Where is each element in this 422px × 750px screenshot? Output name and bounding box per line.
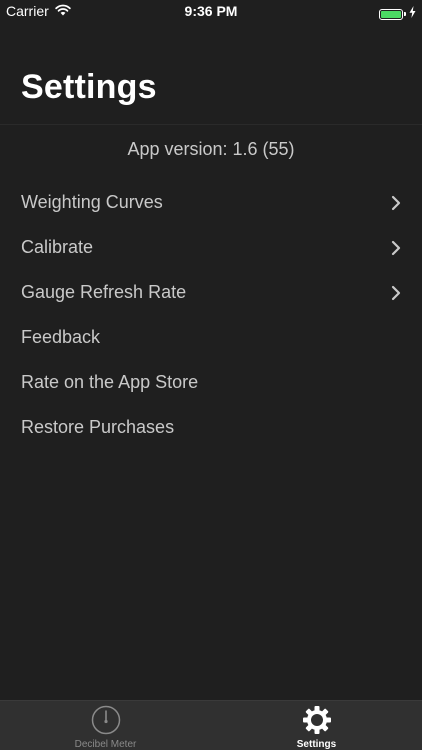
menu-item-calibrate[interactable]: Calibrate bbox=[0, 225, 422, 270]
menu-item-gauge-refresh-rate[interactable]: Gauge Refresh Rate bbox=[0, 270, 422, 315]
status-bar: Carrier 9:36 PM bbox=[0, 0, 422, 22]
menu-item-label: Rate on the App Store bbox=[21, 372, 199, 392]
page-title: Settings bbox=[21, 68, 157, 106]
charging-bolt-icon bbox=[409, 5, 416, 23]
battery-indicator bbox=[379, 5, 416, 23]
menu-item-rate-app-store[interactable]: Rate on the App Store bbox=[0, 360, 422, 405]
gear-icon bbox=[301, 704, 333, 735]
chevron-right-icon bbox=[391, 240, 401, 255]
settings-menu: Weighting Curves Calibrate Gauge Refresh… bbox=[0, 180, 422, 450]
chevron-right-icon bbox=[391, 285, 401, 300]
tab-settings[interactable]: Settings bbox=[211, 701, 422, 750]
app-version-label: App version: 1.6 (55) bbox=[127, 139, 295, 159]
menu-item-label: Restore Purchases bbox=[21, 417, 175, 437]
chevron-right-icon bbox=[391, 195, 401, 210]
menu-item-restore-purchases[interactable]: Restore Purchases bbox=[0, 405, 422, 450]
tab-label: Decibel Meter bbox=[74, 739, 137, 750]
battery-icon bbox=[379, 8, 403, 20]
gauge-icon bbox=[90, 704, 122, 735]
menu-item-label: Calibrate bbox=[21, 237, 94, 257]
tab-label: Settings bbox=[296, 739, 337, 750]
menu-item-label: Weighting Curves bbox=[21, 192, 163, 212]
menu-item-feedback[interactable]: Feedback bbox=[0, 315, 422, 360]
battery-cap bbox=[404, 12, 406, 16]
header-divider bbox=[0, 124, 422, 125]
status-time: 9:36 PM bbox=[184, 3, 238, 19]
menu-item-label: Feedback bbox=[21, 327, 101, 347]
tab-decibel-meter[interactable]: Decibel Meter bbox=[0, 701, 211, 750]
menu-item-weighting-curves[interactable]: Weighting Curves bbox=[0, 180, 422, 225]
menu-item-label: Gauge Refresh Rate bbox=[21, 282, 187, 302]
battery-level bbox=[381, 10, 401, 18]
tab-bar: Decibel Meter Settings bbox=[0, 700, 422, 750]
